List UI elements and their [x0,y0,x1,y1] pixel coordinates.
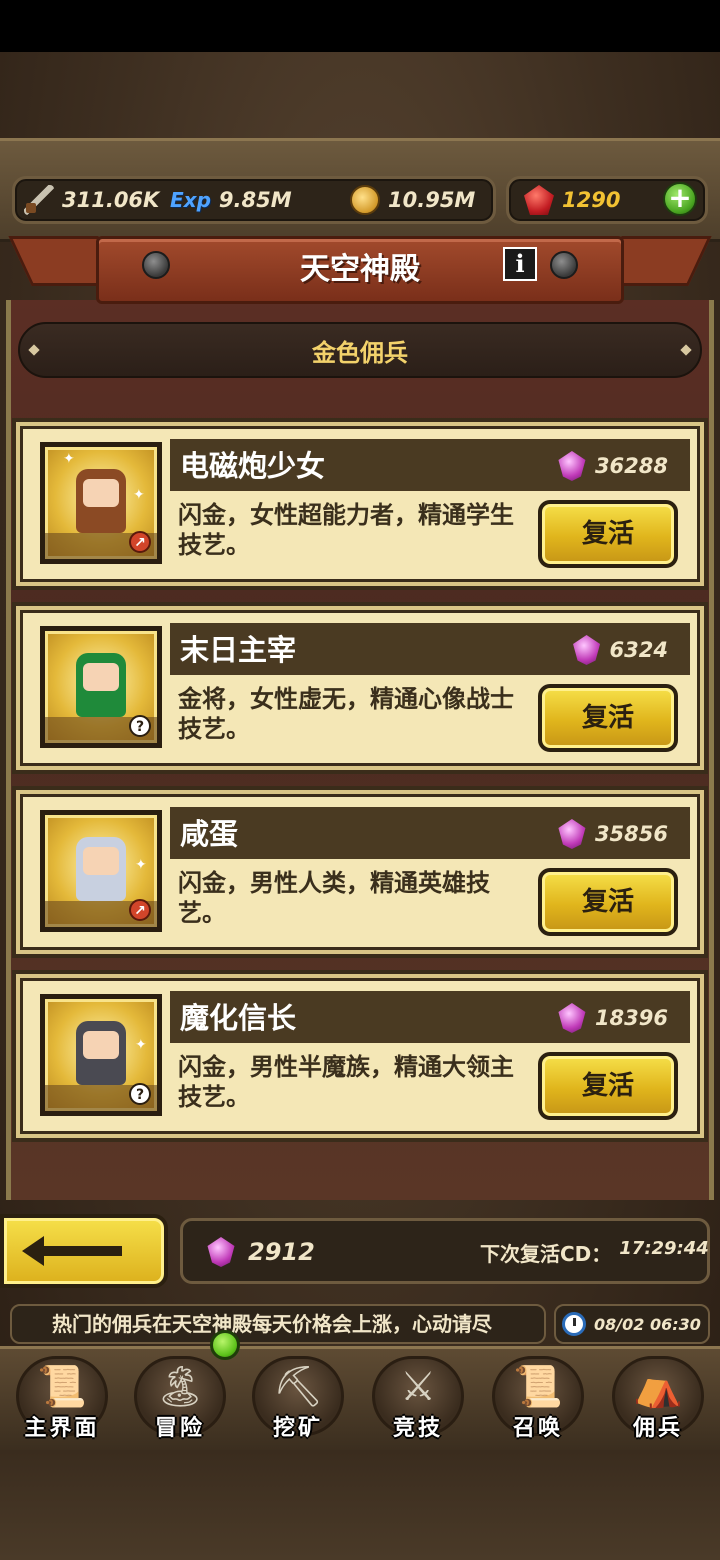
bolt-icon [142,251,170,279]
cooldown-label: 下次复活CD： [480,1242,612,1266]
mercenary-card: ✦ ? 魔化信长 18396 闪金，男性半魔族，精通大领主技艺。 复活 [12,970,708,1142]
gem-icon [558,819,586,849]
background-bottom [0,1450,720,1560]
exp-icon: Exp [170,188,211,212]
mercenary-name: 咸蛋 [180,817,239,851]
revive-cooldown: 下次复活CD： 17:29:44 [480,1238,709,1268]
clock-time: 08/02 06:30 [594,1314,701,1334]
exp-resource: Exp 9.85M [170,184,292,216]
mercenary-description: 闪金，男性人类，精通英雄技艺。 [178,869,490,927]
mercenary-sprite [76,837,126,901]
nav-mining[interactable]: ⛏ 挖矿 [240,1352,356,1448]
attack-resource: 311.06K [24,184,159,216]
nav-main[interactable]: 📜 主界面 [4,1352,120,1448]
mercenary-portrait[interactable]: ✦ ✦ ↗ [40,442,162,564]
gold-resource: 10.95M [350,184,475,216]
summon-scroll-icon: 📜 [513,1364,563,1410]
mercenary-sprite [76,1021,126,1085]
clock-icon [562,1312,586,1336]
crossed-swords-icon: ⚔ [400,1364,436,1410]
cooldown-time: 17:29:44 [619,1238,709,1259]
skill-badge-icon: ↗ [129,531,151,553]
tent-icon: ⛺ [633,1364,683,1410]
revive-button[interactable]: 复活 [538,1052,678,1120]
clock: 08/02 06:30 [554,1304,710,1344]
gold-coin-icon [350,185,380,215]
status-bar [0,0,720,52]
nav-summon[interactable]: 📜 召唤 [480,1352,596,1448]
mercenary-description: 闪金，女性超能力者，精通学生技艺。 [178,501,514,559]
ruby-resource: 1290 [524,184,620,216]
mercenary-sprite [76,469,126,533]
mercenary-sprite [76,653,126,717]
news-ticker: 热门的佣兵在天空神殿每天价格会上涨，心动请尽 [10,1304,546,1344]
pickaxe-icon: ⛏ [272,1364,324,1410]
category-title: 金色佣兵 [312,339,408,367]
mercenary-card: ✦ ↗ 咸蛋 35856 闪金，男性人类，精通英雄技艺。 复活 [12,786,708,958]
revive-button[interactable]: 复活 [538,500,678,568]
attack-value: 311.06K [62,188,160,212]
gem-icon [207,1237,235,1267]
mercenary-name: 末日主宰 [180,633,297,667]
bolt-icon [550,251,578,279]
nav-arena[interactable]: ⚔ 竞技 [360,1352,476,1448]
sparkle-icon: ✦ [133,487,145,503]
mercenary-name: 魔化信长 [180,1001,297,1035]
gold-value: 10.95M [388,188,476,212]
nav-mercenary[interactable]: ⛺ 佣兵 [600,1352,716,1448]
map-scroll-icon: 📜 [37,1364,87,1410]
revive-button[interactable]: 复活 [538,684,678,752]
ruby-icon [524,185,554,215]
island-icon: 🏝 [154,1364,206,1410]
add-ruby-button[interactable]: + [663,182,697,216]
exp-value: 9.85M [218,188,292,212]
gem-icon [573,635,601,665]
sword-icon [24,185,54,215]
question-badge-icon: ? [129,715,151,737]
mercenary-price: 18396 [557,1000,668,1036]
mercenary-portrait[interactable]: ✦ ↗ [40,810,162,932]
question-badge-icon: ? [129,1083,151,1105]
page-title: 天空神殿 [300,252,420,287]
mercenary-portrait[interactable]: ? [40,626,162,748]
notification-dot-icon [210,1330,240,1360]
gems-total: 2912 [206,1234,315,1270]
mercenary-portrait[interactable]: ✦ ? [40,994,162,1116]
mercenary-description: 金将，女性虚无，精通心像战士技艺。 [178,685,514,743]
gems-value: 2912 [248,1238,315,1266]
mercenary-card: ? 末日主宰 6324 金将，女性虚无，精通心像战士技艺。 复活 [12,602,708,774]
skill-badge-icon: ↗ [129,899,151,921]
ruby-value: 1290 [562,188,621,212]
sparkle-icon: ✦ [135,1037,147,1053]
mercenary-price: 35856 [557,816,668,852]
sparkle-icon: ✦ [135,857,147,873]
info-button[interactable]: i [503,247,537,281]
gem-icon [558,1003,586,1033]
nav-adventure[interactable]: 🏝 冒险 [122,1352,238,1448]
mercenary-card: ✦ ✦ ↗ 电磁炮少女 36288 闪金，女性超能力者，精通学生技艺。 复活 [12,418,708,590]
back-arrow-icon [22,1236,122,1266]
sparkle-icon: ✦ [63,451,75,467]
mercenary-name: 电磁炮少女 [180,449,326,483]
mercenary-price: 6324 [572,632,668,668]
gem-icon [558,451,586,481]
revive-button[interactable]: 复活 [538,868,678,936]
mercenary-price: 36288 [557,448,668,484]
mercenary-description: 闪金，男性半魔族，精通大领主技艺。 [178,1053,514,1111]
